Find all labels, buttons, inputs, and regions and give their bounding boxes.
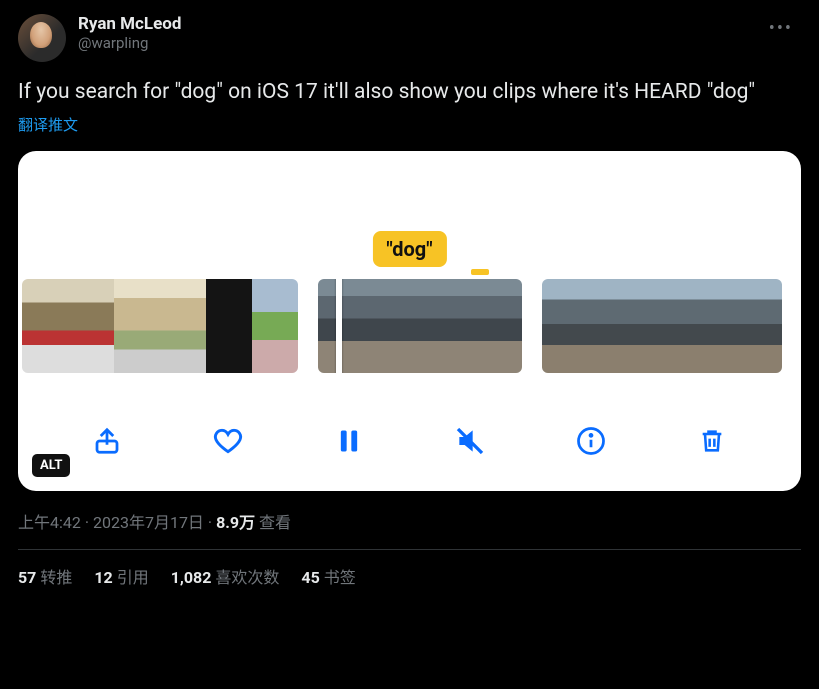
clip-thumbnail	[454, 279, 522, 373]
retweets-stat[interactable]: 57转推	[18, 564, 72, 588]
attached-media[interactable]: "dog"	[18, 151, 801, 491]
bookmarks-count: 45	[301, 568, 319, 587]
delete-button[interactable]	[692, 423, 732, 463]
pause-button[interactable]	[329, 423, 369, 463]
alt-text-badge[interactable]: ALT	[32, 454, 70, 477]
share-icon	[92, 426, 122, 460]
likes-count: 1,082	[171, 568, 212, 587]
more-options-button[interactable]: •••	[761, 14, 801, 43]
clip-thumbnail	[702, 279, 742, 373]
clip-thumbnail	[622, 279, 662, 373]
favorite-button[interactable]	[208, 423, 248, 463]
clip-thumbnail	[114, 279, 160, 373]
bookmarks-label: 书签	[324, 568, 356, 587]
clip-thumbnail	[22, 279, 68, 373]
likes-stat[interactable]: 1,082喜欢次数	[171, 564, 280, 588]
translate-link[interactable]: 翻译推文	[18, 114, 78, 135]
user-info: Ryan McLeod @warpling	[78, 14, 761, 52]
info-icon	[576, 426, 606, 460]
clip-thumbnail	[206, 279, 252, 373]
clip-thumbnail	[318, 279, 386, 373]
media-toolbar	[18, 423, 801, 463]
divider	[18, 549, 801, 550]
quotes-count: 12	[94, 568, 112, 587]
engagement-stats: 57转推 12 引用 1,082喜欢次数 45 书签	[18, 564, 801, 588]
clip-thumbnail-group	[542, 279, 782, 373]
share-button[interactable]	[87, 423, 127, 463]
retweets-count: 57	[18, 568, 36, 587]
bookmarks-stat[interactable]: 45 书签	[301, 564, 355, 588]
pause-icon	[335, 427, 363, 459]
timeline-match-marker	[471, 269, 489, 275]
speaker-muted-icon	[454, 425, 486, 461]
trash-icon	[698, 426, 726, 460]
clip-thumbnail	[542, 279, 582, 373]
clip-thumbnail	[662, 279, 702, 373]
clip-thumbnail	[68, 279, 114, 373]
quotes-label: 引用	[117, 568, 149, 587]
tweet-meta: 上午4:42 · 2023年7月17日 · 8.9万 查看	[18, 509, 801, 533]
clip-thumbnail-group	[22, 279, 298, 373]
retweets-label: 转推	[40, 568, 72, 587]
clip-thumbnail	[742, 279, 782, 373]
playhead[interactable]	[336, 279, 342, 373]
display-name[interactable]: Ryan McLeod	[78, 14, 761, 34]
clip-thumbnail	[582, 279, 622, 373]
info-button[interactable]	[571, 423, 611, 463]
views-count: 8.9万	[216, 513, 255, 532]
likes-label: 喜欢次数	[215, 568, 279, 587]
tweet-time[interactable]: 上午4:42	[18, 513, 81, 532]
tweet-text: If you search for "dog" on iOS 17 it'll …	[18, 78, 801, 106]
search-term-badge: "dog"	[372, 231, 446, 267]
quotes-stat[interactable]: 12 引用	[94, 564, 148, 588]
clip-thumbnail	[386, 279, 454, 373]
clip-thumbnail	[252, 279, 298, 373]
views-label: 查看	[255, 513, 291, 532]
heart-icon	[212, 425, 244, 461]
clip-thumbnail-group	[318, 279, 522, 373]
avatar[interactable]	[18, 14, 66, 62]
clip-thumbnail	[160, 279, 206, 373]
tweet-date[interactable]: 2023年7月17日	[93, 513, 204, 532]
video-scrubber[interactable]	[18, 279, 801, 373]
user-handle[interactable]: @warpling	[78, 34, 761, 52]
mute-button[interactable]	[450, 423, 490, 463]
tweet-header: Ryan McLeod @warpling •••	[18, 14, 801, 62]
